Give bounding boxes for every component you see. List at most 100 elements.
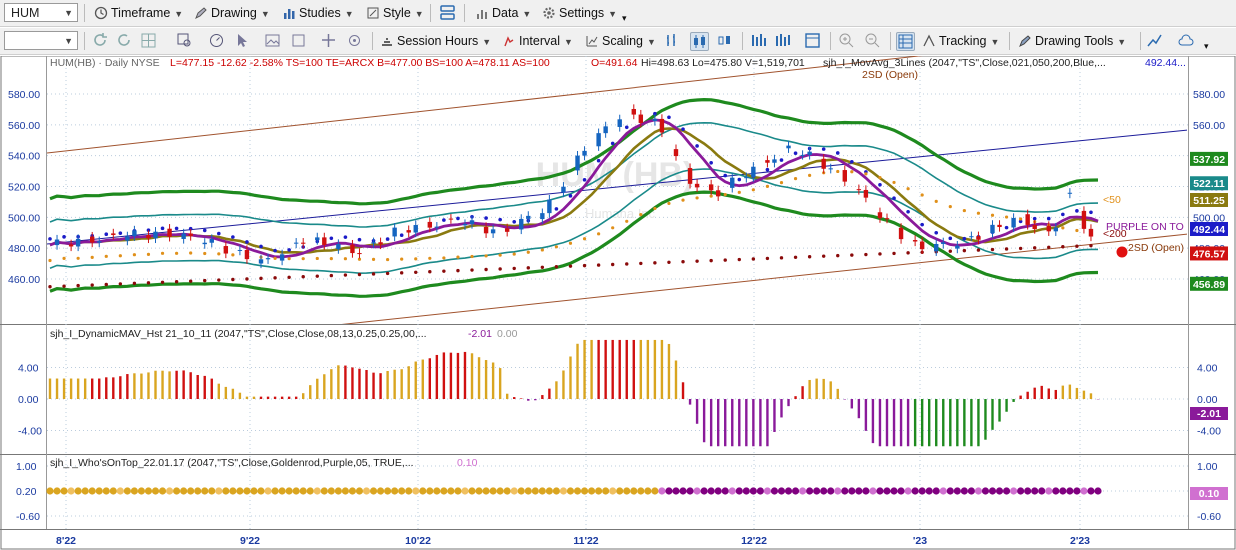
candle-body [828,168,833,170]
candle-body [504,228,510,232]
timeframe-menu[interactable]: Timeframe ▼ [94,3,183,23]
studies-menu[interactable]: Studies ▼ [282,3,354,23]
symbol-selector[interactable]: HUM ▼ [4,3,78,22]
wot-dot [791,487,800,495]
ma200-dot [90,283,94,287]
candle-body [1088,228,1094,237]
candle-body [469,220,475,225]
grid-icon[interactable] [140,32,157,49]
wot-dot [130,487,139,495]
image-icon[interactable] [264,32,281,49]
wot-badge: 0.10 [1190,487,1228,500]
candlestick-icon[interactable] [690,32,709,51]
refresh-all-icon[interactable] [116,32,133,49]
wot-dot [714,487,722,495]
candle-body [744,177,749,179]
hollow-candle-icon[interactable] [716,32,733,49]
workspace-selector[interactable]: ▼ [4,31,78,50]
ma50-dot [976,211,981,215]
ma200-dot [470,268,474,272]
dmav-study-value: -2.01 [468,328,492,340]
ma200-dot [442,269,446,273]
ma50-dot [948,205,952,209]
ma50-dot [625,219,629,223]
toolbar-overflow-icon[interactable]: ▾ [622,8,627,28]
wot-dot [1059,487,1067,495]
ma50-dot [1019,217,1023,221]
tracking-menu[interactable]: Tracking ▼ [922,31,999,51]
ma200-dot [653,261,657,265]
wot-dot [630,487,638,495]
settings-menu[interactable]: Settings ▼ [542,3,617,23]
studies-icon [282,6,296,20]
scaling-label: Scaling [602,34,643,48]
ma50-dot [568,241,573,245]
price-badge: 537.92 [1190,151,1228,166]
candle-body [603,126,608,134]
candle-body [997,224,1002,228]
ma21-dot [118,231,123,235]
wot-dot [552,487,561,495]
ma21-dot [835,151,840,155]
wot-dot [215,487,223,495]
wot-dot [1080,487,1088,495]
drawing-menu[interactable]: Drawing ▼ [194,3,270,23]
wot-dot [384,487,392,495]
bar-chart-icon[interactable] [664,32,681,49]
ma50-dot [990,213,995,217]
candle-body [765,160,770,163]
style-menu[interactable]: Style ▼ [366,3,424,23]
ma50-dot [132,253,137,257]
wot-dot [735,487,743,495]
candle-body [97,241,102,243]
candle-set-icon[interactable] [750,32,767,49]
trend-icon[interactable] [1146,32,1163,49]
target-icon[interactable] [346,32,363,49]
data-window-icon[interactable] [896,32,915,51]
zoom-out-icon[interactable] [864,32,881,49]
ma21-dot [1046,216,1051,221]
refresh-icon[interactable] [92,32,109,49]
alert-marker[interactable] [1116,246,1128,258]
ma200-dot [259,276,263,281]
toolbar2-overflow-icon[interactable]: ▾ [1204,36,1209,56]
zoom-in-icon[interactable] [838,32,855,49]
ma21-dot [399,233,404,238]
data-menu[interactable]: Data ▼ [475,3,531,23]
ma200-dot [174,280,179,284]
wot-dot [320,487,328,495]
wot-dot [306,487,314,495]
ma21-dot [202,228,207,233]
symbol-value: HUM [11,6,40,20]
ma50-dot [48,258,52,263]
ma200-dot [48,285,52,289]
ma50-dot [414,257,418,261]
cursor-icon[interactable] [234,32,251,49]
dmav-badge-text: -2.01 [1197,408,1221,420]
session-hours-menu[interactable]: Session Hours ▼ [380,31,491,51]
wot-dot [784,487,793,495]
ma200-dot [160,280,165,284]
ma50-dot [386,257,390,262]
ma21-dot [779,158,784,162]
scaling-menu[interactable]: Scaling ▼ [585,31,656,51]
price-panel-header: HUM(HB) · Daily NYSE [50,57,160,69]
zoom-chart-icon[interactable] [176,32,193,49]
window-icon[interactable] [804,32,821,49]
arrows-icon[interactable] [320,32,337,49]
zoom-in-icon[interactable] [290,32,307,49]
interval-menu[interactable]: Interval ▼ [502,31,573,51]
wot-dot [827,487,835,495]
cloud-icon[interactable] [1178,32,1195,49]
candle-set2-icon[interactable] [774,32,791,49]
ma200-dot [751,257,756,261]
chart-area[interactable]: HUM (HB) Humana Inc 580.00 580.00560.00 56… [0,56,1236,550]
wot-dot [419,487,427,495]
wot-dot [686,487,694,495]
drawing-tools-menu[interactable]: Drawing Tools ▼ [1018,31,1126,51]
ma200-dot [1032,246,1037,250]
speedometer-icon[interactable] [208,32,225,49]
ma21-dot [821,147,826,151]
layout-icon[interactable] [439,4,456,21]
ma21-dot [568,194,573,198]
